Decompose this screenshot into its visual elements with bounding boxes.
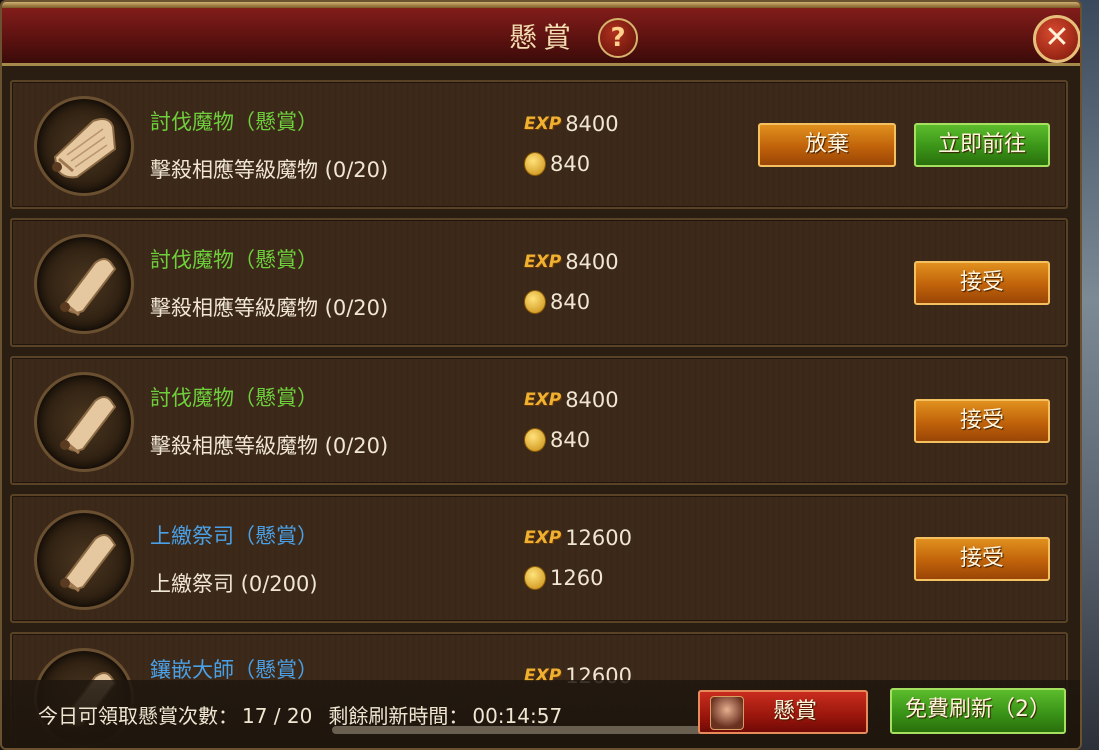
daily-count-value: 17 / 20 xyxy=(242,704,313,728)
exp-reward: EXP 8400 xyxy=(524,388,619,412)
close-icon[interactable]: ✕ xyxy=(1033,15,1080,63)
scroll-icon xyxy=(34,372,134,472)
exp-value: 8400 xyxy=(565,388,619,412)
list-item: 討伐魔物（懸賞） 擊殺相應等級魔物 (0/20) EXP 8400 840 放棄… xyxy=(10,80,1068,209)
gold-value: 840 xyxy=(550,290,591,314)
horizontal-scrollbar[interactable] xyxy=(332,726,752,734)
coin-icon xyxy=(524,152,546,176)
exp-value: 12600 xyxy=(565,526,632,550)
bounty-button[interactable]: 懸賞 xyxy=(698,690,868,734)
list-item: 討伐魔物（懸賞） 擊殺相應等級魔物 (0/20) EXP 8400 840 接受 xyxy=(10,356,1068,485)
accept-button[interactable]: 接受 xyxy=(914,537,1050,581)
task-description: 擊殺相應等級魔物 (0/20) xyxy=(150,434,389,458)
free-refresh-button[interactable]: 免費刷新（2） xyxy=(890,688,1066,734)
avatar xyxy=(710,696,744,730)
coin-icon xyxy=(524,290,546,314)
gold-reward: 840 xyxy=(524,428,590,452)
page-title: 懸賞 xyxy=(508,21,577,54)
exp-icon: EXP xyxy=(524,252,562,272)
exp-icon: EXP xyxy=(524,528,562,548)
accept-button[interactable]: 接受 xyxy=(914,399,1050,443)
refresh-time-value: 00:14:57 xyxy=(472,704,563,728)
coin-icon xyxy=(524,428,546,452)
exp-reward: EXP 8400 xyxy=(524,112,619,136)
list-item: 討伐魔物（懸賞） 擊殺相應等級魔物 (0/20) EXP 8400 840 接受 xyxy=(10,218,1068,347)
go-now-button[interactable]: 立即前往 xyxy=(914,123,1050,167)
question-icon[interactable]: ? xyxy=(598,18,638,58)
task-title: 討伐魔物（懸賞） xyxy=(150,110,318,134)
gold-reward: 840 xyxy=(524,152,590,176)
task-description: 擊殺相應等級魔物 (0/20) xyxy=(150,296,389,320)
task-description: 擊殺相應等級魔物 (0/20) xyxy=(150,158,389,182)
footer-bar: 今日可領取懸賞次數： 17 / 20 剩餘刷新時間： 00:14:57 懸賞 免費刷新… xyxy=(2,680,1080,748)
exp-value: 8400 xyxy=(565,250,619,274)
exp-reward: EXP 8400 xyxy=(524,250,619,274)
accept-button[interactable]: 接受 xyxy=(914,261,1050,305)
gold-value: 1260 xyxy=(550,566,604,590)
scroll-icon xyxy=(34,510,134,610)
daily-count-label: 今日可領取懸賞次數： xyxy=(38,704,238,728)
coin-icon xyxy=(524,566,546,590)
task-title: 討伐魔物（懸賞） xyxy=(150,386,318,410)
gold-value: 840 xyxy=(550,428,591,452)
gold-reward: 1260 xyxy=(524,566,603,590)
task-title: 上繳祭司（懸賞） xyxy=(150,524,318,548)
bounty-panel: 懸賞 ? ✕ 討伐魔物（懸賞） 擊殺相應等級魔物 (0/20) EXP 8400 xyxy=(0,0,1082,750)
refresh-time-label: 剩餘刷新時間： xyxy=(328,704,469,728)
scroll-icon xyxy=(34,96,134,196)
exp-icon: EXP xyxy=(524,390,562,410)
list-item: 上繳祭司（懸賞） 上繳祭司 (0/200) EXP 12600 1260 接受 xyxy=(10,494,1068,623)
bounty-button-label: 懸賞 xyxy=(772,699,817,724)
footer-info: 今日可領取懸賞次數： 17 / 20 剩餘刷新時間： 00:14:57 xyxy=(38,700,578,729)
exp-reward: EXP 12600 xyxy=(524,526,632,550)
exp-icon: EXP xyxy=(524,114,562,134)
gold-value: 840 xyxy=(550,152,591,176)
gold-reward: 840 xyxy=(524,290,590,314)
header-bar: 懸賞 ? ✕ xyxy=(2,2,1080,66)
exp-value: 8400 xyxy=(565,112,619,136)
task-title: 討伐魔物（懸賞） xyxy=(150,248,318,272)
scroll-icon xyxy=(34,234,134,334)
task-description: 上繳祭司 (0/200) xyxy=(150,572,318,596)
abandon-button[interactable]: 放棄 xyxy=(758,123,896,167)
